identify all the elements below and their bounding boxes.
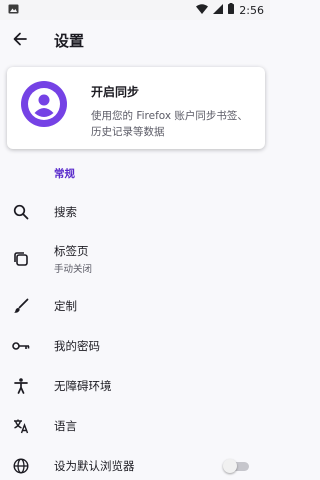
- search-icon: [11, 202, 31, 222]
- back-button[interactable]: [0, 20, 40, 60]
- sync-card[interactable]: 开启同步 使用您的 Firefox 账户同步书签、历史记录等数据: [7, 67, 265, 149]
- settings-item-label: 定制: [54, 299, 77, 313]
- cell-signal-icon: [213, 3, 224, 17]
- settings-item-label: 我的密码: [54, 339, 100, 353]
- settings-item-language[interactable]: 语言: [0, 406, 270, 446]
- settings-item-tabs[interactable]: 标签页 手动关闭: [0, 232, 270, 286]
- tabs-icon: [11, 249, 31, 269]
- translate-icon: [11, 416, 31, 436]
- settings-item-label: 搜索: [54, 205, 77, 219]
- settings-item-accessibility[interactable]: 无障碍环境: [0, 366, 270, 406]
- section-header-general: 常规: [54, 168, 75, 180]
- key-icon: [11, 336, 31, 356]
- accessibility-icon: [11, 376, 31, 396]
- settings-item-label: 标签页: [54, 244, 89, 258]
- settings-item-default-browser[interactable]: 设为默认浏览器: [0, 446, 270, 480]
- settings-item-label: 无障碍环境: [54, 379, 112, 393]
- app-bar: 设置: [0, 20, 270, 60]
- status-bar: 2:56: [0, 0, 270, 20]
- settings-item-search[interactable]: 搜索: [0, 192, 270, 232]
- page-title: 设置: [54, 31, 85, 50]
- globe-icon: [11, 456, 31, 476]
- wifi-icon: [196, 3, 209, 17]
- sync-title: 开启同步: [91, 85, 140, 99]
- settings-item-passwords[interactable]: 我的密码: [0, 326, 270, 366]
- arrow-back-icon: [13, 31, 27, 50]
- status-time: 2:56: [239, 3, 264, 17]
- settings-list: 搜索 标签页 手动关闭 定制 我的密码 无障碍环境 语言 设为默认浏览器: [0, 192, 270, 480]
- sync-description: 使用您的 Firefox 账户同步书签、历史记录等数据: [91, 110, 248, 138]
- settings-item-label: 设为默认浏览器: [54, 459, 135, 473]
- settings-item-label: 语言: [54, 419, 77, 433]
- image-icon: [8, 4, 19, 17]
- settings-item-customize[interactable]: 定制: [0, 286, 270, 326]
- settings-item-sublabel: 手动关闭: [54, 264, 93, 275]
- battery-icon: [228, 3, 235, 17]
- toggle-knob: [223, 459, 237, 473]
- default-browser-toggle[interactable]: [223, 459, 249, 473]
- account-avatar-icon: [21, 81, 67, 127]
- brush-icon: [11, 296, 31, 316]
